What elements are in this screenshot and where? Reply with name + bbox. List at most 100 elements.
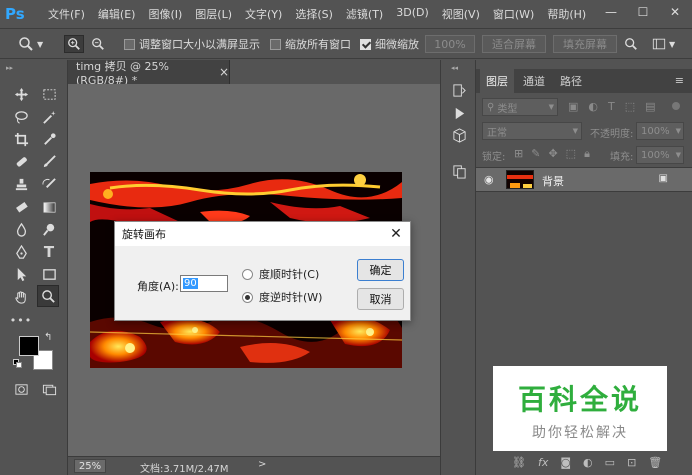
maximize-button[interactable]: ☐ [628,0,658,24]
fit-screen-button[interactable]: 适合屏幕 [482,35,546,53]
blur-tool[interactable] [10,218,32,240]
angle-input[interactable]: 90 [180,275,228,292]
history-panel-button[interactable] [448,79,470,101]
history-brush-tool[interactable] [38,173,60,195]
smart-object-filter-icon[interactable]: ▤ [645,100,655,113]
gradient-tool[interactable] [38,196,60,218]
delete-layer-icon[interactable]: 🗑︎ [648,456,662,469]
foreground-color-swatch[interactable] [19,336,39,356]
zoom-100-button[interactable]: 100% [425,35,475,53]
tab-paths[interactable]: 路径 [554,70,588,92]
options-bar: ▼ 调整窗口大小以满屏显示 缩放所有窗口 细微缩放 100% 适合屏幕 填充屏幕… [0,28,692,59]
type-tool[interactable]: T [38,241,60,263]
filter-toggle[interactable] [672,102,680,110]
zoom-out-button[interactable] [88,35,108,53]
cancel-button[interactable]: 取消 [357,288,404,310]
add-mask-icon[interactable]: ◙ [560,456,571,469]
shape-filter-icon[interactable]: ⬚ [625,100,635,113]
screen-mode-button[interactable] [38,378,60,400]
menu-item-5[interactable]: 选择(S) [295,6,333,22]
workspace-button[interactable]: ▼ [652,35,675,53]
properties-panel-button[interactable] [448,160,470,182]
menu-item-8[interactable]: 视图(V) [442,6,480,22]
close-tab-icon[interactable]: × [219,65,229,79]
eye-icon[interactable]: ◉ [484,173,494,186]
brush-tool[interactable] [38,150,60,172]
image-filter-icon[interactable]: ▣ [568,100,578,113]
clockwise-radio[interactable]: 度顺时针(C) [242,266,319,282]
quick-mask-button[interactable] [10,378,32,400]
panel-menu-icon[interactable]: ≡ [675,74,684,87]
zoom-tool[interactable] [37,285,59,307]
lasso-tool[interactable] [10,106,32,128]
menu-item-10[interactable]: 帮助(H) [547,6,586,22]
menu-item-3[interactable]: 图层(L) [195,6,232,22]
pen-tool[interactable] [10,241,32,263]
eyedropper-tool[interactable] [38,128,60,150]
crop-tool[interactable] [10,128,32,150]
fill-screen-button[interactable]: 填充屏幕 [553,35,617,53]
rectangle-tool[interactable] [38,263,60,285]
swap-colors-icon[interactable]: ↰ [44,332,52,343]
toolbox-collapse-icon[interactable]: ▸▸ [6,64,13,72]
opacity-field[interactable]: 100% ▼ [636,122,684,140]
lock-artboard-icon[interactable]: ⬚ [566,147,576,161]
close-window-button[interactable]: ✕ [660,0,690,24]
document-size-info: 文档:3.71M/2.47M [140,464,229,475]
brush-icon [43,154,56,167]
minimize-button[interactable]: — [596,0,626,24]
healing-brush-tool[interactable] [10,150,32,172]
lock-pixels-icon[interactable]: ✎ [531,147,540,161]
dodge-tool[interactable] [38,218,60,240]
adjustment-layer-icon[interactable]: ◐ [583,456,593,469]
lock-transparent-icon[interactable]: ⊞ [514,147,523,161]
layer-row-background[interactable]: ◉ 背景 ▣ [476,167,692,192]
blend-mode-dropdown[interactable]: 正常 ▼ [482,122,582,140]
menu-item-1[interactable]: 编辑(E) [98,6,136,22]
menu-item-7[interactable]: 3D(D) [396,6,429,22]
3d-panel-button[interactable] [448,124,470,146]
resize-windows-checkbox[interactable]: 调整窗口大小以满屏显示 [124,35,260,53]
actions-panel-button[interactable] [448,102,470,124]
counterclockwise-radio[interactable]: 度逆时针(W) [242,289,322,305]
tab-channels[interactable]: 通道 [516,70,552,92]
path-selection-tool[interactable] [10,263,32,285]
eraser-tool[interactable] [10,196,32,218]
collapse-icon[interactable]: ◂◂ [451,64,458,72]
menu-item-6[interactable]: 滤镜(T) [346,6,383,22]
group-icon[interactable]: ▭ [605,456,615,469]
scrubby-zoom-checkbox[interactable]: 细微缩放 [360,35,419,53]
clone-stamp-tool[interactable] [10,173,32,195]
menu-item-4[interactable]: 文字(Y) [245,6,282,22]
dialog-close-button[interactable]: ✕ [386,224,406,244]
type-filter-icon[interactable]: T [608,100,615,113]
tab-layers[interactable]: 图层 [480,69,514,93]
fill-field[interactable]: 100% ▼ [636,146,684,164]
edit-toolbar-button[interactable]: ••• [10,309,32,331]
adjustment-filter-icon[interactable]: ◐ [588,100,598,113]
zoom-tool-preset[interactable]: ▼ [18,35,43,53]
lock-all-icon[interactable]: 🔒︎ [584,147,590,161]
marquee-tool[interactable] [38,83,60,105]
fx-icon[interactable]: fx [538,456,548,469]
zoom-in-button[interactable] [64,35,84,53]
search-button[interactable] [624,35,638,53]
status-chevron-icon[interactable]: > [258,459,266,470]
zoom-level-field[interactable]: 25% [74,459,106,473]
new-layer-icon[interactable]: ⊡ [627,456,636,469]
ok-button[interactable]: 确定 [357,259,404,281]
menu-item-9[interactable]: 窗口(W) [493,6,534,22]
move-tool[interactable] [10,83,32,105]
link-layers-icon[interactable]: ⛓ [512,456,526,469]
clockwise-label: 度顺时针(C) [259,268,320,281]
hand-tool[interactable] [10,286,32,308]
menu-item-2[interactable]: 图像(I) [148,6,182,22]
layer-filter-dropdown[interactable]: ⚲ 类型 ▼ [482,98,558,116]
magic-wand-tool[interactable] [38,106,60,128]
default-colors-icon[interactable] [13,359,22,368]
layer-thumbnail [506,170,534,189]
menu-item-0[interactable]: 文件(F) [48,6,85,22]
document-tab[interactable]: timg 拷贝 @ 25%(RGB/8#) * × [68,60,230,87]
zoom-all-checkbox[interactable]: 缩放所有窗口 [270,35,351,53]
lock-position-icon[interactable]: ✥ [548,147,557,161]
